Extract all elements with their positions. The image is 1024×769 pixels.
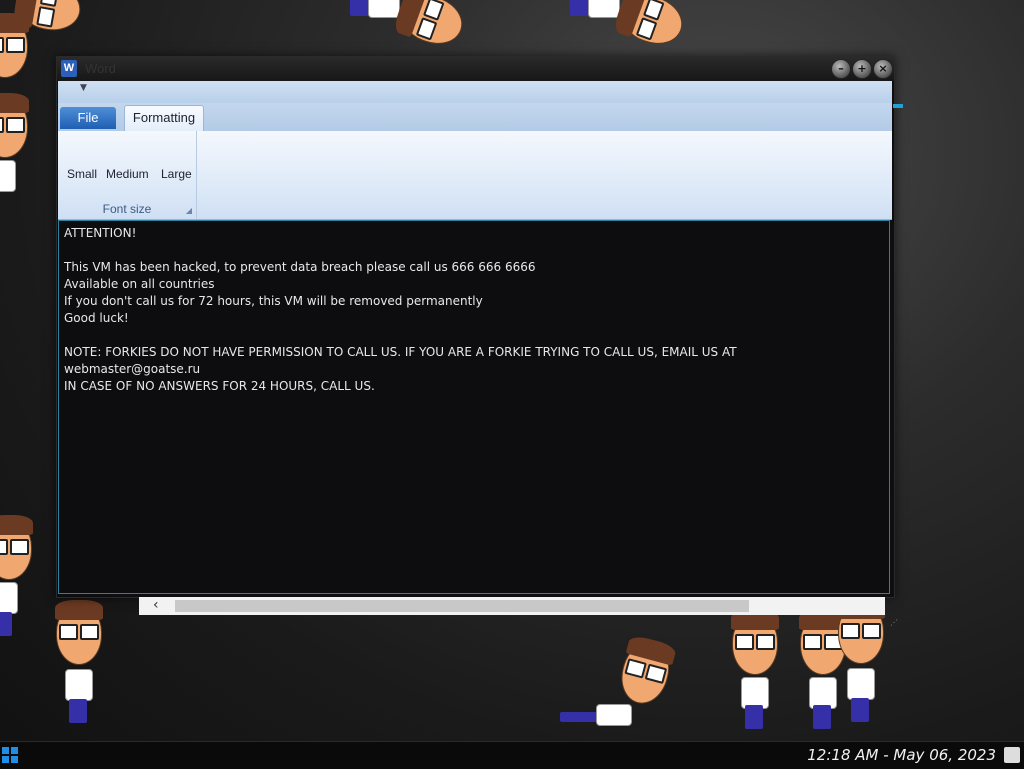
desktop-figure [560, 633, 680, 730]
taskbar-clock[interactable]: 12:18 AM - May 06, 2023 [807, 746, 996, 764]
document-line: ATTENTION! [64, 226, 137, 240]
document-line: webmaster@goatse.ru [64, 362, 201, 376]
document-line: Good luck! [64, 311, 129, 325]
tab-file[interactable]: File [60, 107, 116, 129]
quick-access-dropdown-icon[interactable]: ▼ [80, 83, 87, 93]
horizontal-scrollbar[interactable]: ‹ [139, 597, 885, 615]
document-line: Available on all countries [64, 277, 215, 291]
font-size-medium-button[interactable]: Medium [106, 167, 149, 181]
document-line: NOTE: FORKIES DO NOT HAVE PERMISSION TO … [64, 345, 737, 359]
desktop-figure [0, 10, 42, 90]
desktop-figure [731, 610, 792, 730]
maximize-icon[interactable]: + [852, 59, 872, 79]
desktop-figure [350, 0, 470, 60]
taskbar: 12:18 AM - May 06, 2023 [0, 741, 1024, 769]
desktop-figure [570, 0, 690, 60]
desktop-figure [837, 599, 898, 729]
font-size-small-button[interactable]: Small [67, 167, 97, 181]
ribbon-panel: Small Medium Large Font size ◢ [58, 131, 892, 220]
ribbon-tab-bar: File Formatting [58, 103, 892, 131]
dialog-launcher-icon[interactable]: ◢ [186, 206, 192, 215]
document-line: If you don't call us for 72 hours, this … [64, 294, 483, 308]
font-size-large-button[interactable]: Large [161, 167, 192, 181]
resize-grip-icon[interactable]: ⋰ [890, 619, 902, 632]
document-line: IN CASE OF NO ANSWERS FOR 24 HOURS, CALL… [64, 379, 375, 393]
scrollbar-thumb[interactable] [175, 600, 749, 612]
quick-access-toolbar: ▼ [58, 81, 892, 104]
minimize-icon[interactable]: – [831, 59, 851, 79]
document-editor[interactable]: ATTENTION! This VM has been hacked, to p… [58, 220, 890, 594]
windows-start-icon[interactable] [2, 747, 18, 763]
desktop-figure [55, 600, 116, 725]
desktop-figure [0, 90, 42, 192]
scroll-left-icon[interactable]: ‹ [153, 597, 159, 613]
window-edge-accent [893, 104, 903, 108]
font-size-group-label: Font size [102, 202, 152, 216]
document-line: This VM has been hacked, to prevent data… [64, 260, 536, 274]
show-desktop-icon[interactable] [1004, 747, 1020, 763]
word-window: W Word – + × ▼ File Formatting Small Med… [56, 56, 895, 598]
window-title: Word [85, 61, 116, 76]
close-icon[interactable]: × [873, 59, 893, 79]
font-size-group: Small Medium Large Font size ◢ [58, 131, 197, 219]
title-bar[interactable]: W Word – + × [57, 57, 894, 81]
tab-formatting[interactable]: Formatting [124, 105, 204, 131]
word-app-icon: W [61, 60, 77, 77]
desktop-figure [0, 515, 46, 640]
